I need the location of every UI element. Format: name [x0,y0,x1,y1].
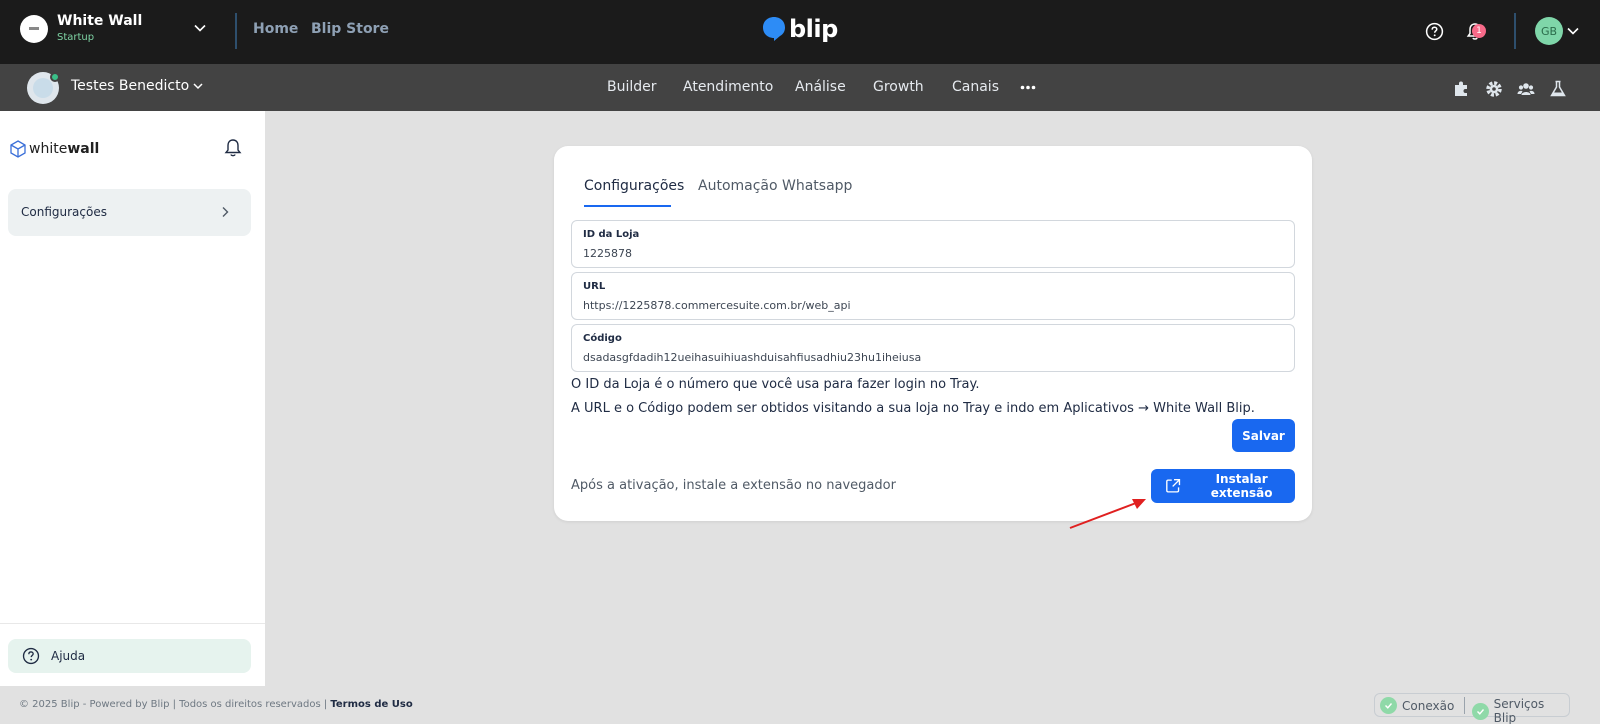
code-label: Código [583,333,622,344]
nav-growth[interactable]: Growth [873,79,924,95]
more-options-icon[interactable] [1020,85,1036,90]
tab-automacao-whatsapp[interactable]: Automação Whatsapp [698,178,852,194]
logo-text-light: white [29,141,68,157]
bot-nav-bar: Testes Benedicto Builder Atendimento Aná… [0,64,1600,111]
url-code-hint: A URL e o Código podem ser obtidos visit… [571,401,1255,416]
divider [1464,697,1465,714]
terms-link[interactable]: Termos de Uso [330,699,412,710]
copyright: © 2025 Blip - Powered by Blip | Todos os… [19,699,331,710]
active-tab-indicator [584,205,671,207]
install-extension-label: Instalar extensão [1210,472,1273,500]
org-name: White Wall [57,13,143,29]
puzzle-icon[interactable] [1452,80,1470,98]
bell-icon[interactable] [224,138,242,158]
store-id-field[interactable]: ID da Loja [571,220,1295,268]
url-field[interactable]: URL [571,272,1295,320]
team-icon[interactable] [1517,80,1535,98]
copyright-text: © 2025 Blip - Powered by Blip | Todos os… [19,699,413,710]
user-avatar[interactable]: GB [1535,17,1563,45]
sidebar-item-configuracoes[interactable]: Configurações [8,189,251,236]
annotation-arrow-icon [1069,499,1146,529]
blip-logo[interactable]: blip [762,16,838,42]
extension-note: Após a ativação, instale a extensão no n… [571,478,896,493]
store-id-label: ID da Loja [583,229,640,240]
sidebar-item-label: Configurações [21,205,107,219]
org-switcher[interactable]: White Wall Startup [20,14,142,43]
save-button[interactable]: Salvar [1232,419,1295,452]
store-id-input[interactable] [583,245,1283,261]
top-bar: White Wall Startup Home Blip Store blip … [0,0,1600,64]
help-icon [22,647,40,665]
divider [1514,13,1516,49]
online-status-dot [50,72,60,82]
help-label: Ajuda [51,649,86,663]
cube-icon [10,140,26,158]
store-id-hint: O ID da Loja é o número que você usa par… [571,377,980,392]
status-servicos-blip[interactable]: Serviços Blip [1472,697,1569,724]
nav-analise[interactable]: Análise [795,79,846,95]
nav-atendimento[interactable]: Atendimento [683,79,773,95]
chevron-down-icon[interactable] [1566,24,1580,38]
notification-badge: 1 [1472,24,1486,38]
whitewall-logo: white wall [10,140,99,158]
tab-configuracoes[interactable]: Configurações [584,178,684,194]
status-conexao[interactable]: Conexão [1380,697,1454,714]
divider [0,623,265,624]
divider [235,13,237,49]
url-input[interactable] [583,297,1283,313]
status-label: Serviços Blip [1493,697,1545,724]
bot-name: Testes Benedicto [71,78,190,94]
help-button[interactable]: Ajuda [8,639,251,673]
chevron-down-icon [193,83,203,90]
check-icon [1380,697,1397,714]
gear-icon[interactable] [1485,80,1503,98]
check-icon [1472,702,1489,720]
nav-canais[interactable]: Canais [952,79,999,95]
nav-builder[interactable]: Builder [607,79,657,95]
footer: © 2025 Blip - Powered by Blip | Todos os… [0,686,1600,724]
help-icon[interactable] [1425,22,1444,41]
chevron-right-icon [222,207,229,217]
status-label: Conexão [1402,698,1455,713]
blip-store-link[interactable]: Blip Store [311,21,389,37]
sidebar: white wall Configurações Ajuda [0,111,265,686]
code-field[interactable]: Código [571,324,1295,372]
chevron-down-icon[interactable] [193,21,207,35]
code-input[interactable] [583,349,1283,365]
flask-icon[interactable] [1550,80,1566,98]
org-plan: Startup [57,32,95,43]
org-avatar [20,14,48,43]
logo-text-bold: wall [67,141,100,157]
home-link[interactable]: Home [253,21,298,37]
url-label: URL [583,281,606,292]
service-status: Conexão Serviços Blip [1374,693,1570,724]
blip-bubble-icon [763,17,785,41]
bot-switcher[interactable]: Testes Benedicto [71,78,204,94]
external-link-icon [1166,478,1181,493]
install-extension-button[interactable]: Instalar extensão [1151,469,1295,503]
settings-card: Configurações Automação Whatsapp ID da L… [554,146,1312,521]
logo-text: blip [789,15,838,43]
